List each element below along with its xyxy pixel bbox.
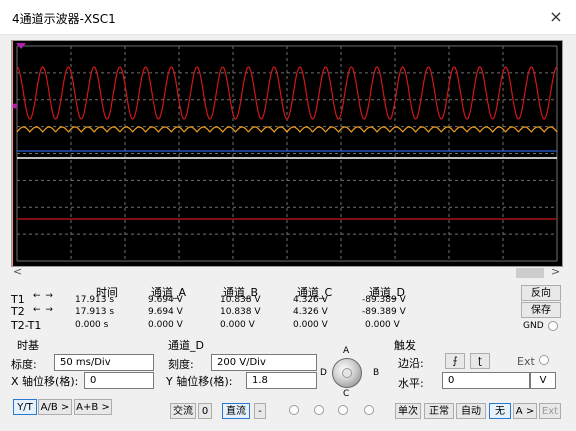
trigger-source-ext-button[interactable]: Ext xyxy=(539,403,561,419)
knob-label-d: D xyxy=(320,368,327,378)
knob-label-c: C xyxy=(343,389,350,399)
y-position-label: Y 轴位移(格): xyxy=(166,375,233,388)
trigger-single-button[interactable]: 单次 xyxy=(395,403,421,419)
y-position-field[interactable]: 1.8 xyxy=(246,372,317,389)
trace-channel-b xyxy=(16,126,558,133)
arrow-left-icon[interactable]: ← xyxy=(33,305,42,315)
scope-display xyxy=(12,41,558,266)
trigger-level-unit[interactable]: V xyxy=(530,372,556,389)
scroll-right-icon[interactable]: > xyxy=(551,265,560,278)
mode-yt-button[interactable]: Y/T xyxy=(13,399,37,415)
rising-edge-icon: ⨍ xyxy=(452,356,458,367)
reverse-button[interactable]: 反向 xyxy=(521,285,561,301)
scope-screen[interactable] xyxy=(11,40,563,267)
dc-coupling-button[interactable]: 直流 xyxy=(222,403,250,419)
t2-channel-d-value: -89.389 V xyxy=(362,307,406,317)
ac-coupling-button[interactable]: 交流 xyxy=(170,403,196,419)
cursor-t2-move[interactable]: ← → xyxy=(33,305,54,315)
time-scrollbar[interactable]: < > xyxy=(11,265,561,279)
scroll-thumb[interactable] xyxy=(516,268,544,278)
minus-button[interactable]: - xyxy=(254,403,266,419)
trigger-edge-label: 边沿: xyxy=(398,357,424,370)
t2-channel-c-value: 4.326 V xyxy=(293,307,328,317)
channel-scale-label: 刻度: xyxy=(168,358,194,371)
channel-title: 通道_D xyxy=(168,339,204,352)
timebase-scale-field[interactable]: 50 ms/Div xyxy=(54,354,154,371)
row-t2-label: T2 xyxy=(11,305,25,318)
knob-label-b: B xyxy=(373,368,380,378)
gnd-radio[interactable] xyxy=(548,321,558,331)
arrow-left-icon[interactable]: ← xyxy=(33,291,42,301)
t2-channel-b-value: 10.838 V xyxy=(220,307,261,317)
rising-edge-button[interactable]: ⨍ xyxy=(445,353,465,369)
x-position-label: X 轴位移(格): xyxy=(11,375,79,388)
channel-b-radio[interactable] xyxy=(314,405,324,415)
arrow-right-icon[interactable]: → xyxy=(45,291,54,301)
channel-a-radio[interactable] xyxy=(289,405,299,415)
t1-time-value: 17.913 s xyxy=(75,295,115,305)
trace-channel-a xyxy=(16,66,558,120)
arrow-right-icon[interactable]: → xyxy=(45,305,54,315)
delta-time-value: 0.000 s xyxy=(75,320,109,330)
mode-ab-button[interactable]: A/B > xyxy=(38,399,72,415)
delta-channel-a-value: 0.000 V xyxy=(148,320,183,330)
timebase-title: 时基 xyxy=(17,339,39,352)
cursor-t1-move[interactable]: ← → xyxy=(33,291,54,301)
timebase-scale-label: 标度: xyxy=(11,358,37,371)
trigger-none-button[interactable]: 无 xyxy=(489,403,511,419)
t1-channel-d-value: -89.389 V xyxy=(362,295,406,305)
trigger-level-field[interactable]: 0 xyxy=(442,372,530,389)
channel-d-radio[interactable] xyxy=(364,405,374,415)
trigger-normal-button[interactable]: 正常 xyxy=(424,403,454,419)
delta-channel-d-value: 0.000 V xyxy=(365,320,400,330)
row-t2-t1-label: T2-T1 xyxy=(11,319,42,332)
t2-channel-a-value: 9.694 V xyxy=(148,307,183,317)
title-bar: 4通道示波器-XSC1 × xyxy=(0,0,576,35)
trigger-ext-label: Ext xyxy=(517,355,535,368)
falling-edge-icon: ʈ xyxy=(478,356,482,367)
close-icon[interactable]: × xyxy=(544,6,568,28)
delta-channel-b-value: 0.000 V xyxy=(220,320,255,330)
falling-edge-button[interactable]: ʈ xyxy=(470,353,490,369)
channel-selector-knob[interactable] xyxy=(332,358,362,388)
knob-label-a: A xyxy=(343,346,350,356)
gnd-label: GND xyxy=(523,321,544,331)
trigger-level-label: 水平: xyxy=(398,377,424,390)
trigger-auto-button[interactable]: 自动 xyxy=(456,403,486,419)
cursor-marker xyxy=(12,103,18,109)
scroll-left-icon[interactable]: < xyxy=(13,265,22,278)
x-position-field[interactable]: 0 xyxy=(84,372,154,389)
window-title: 4通道示波器-XSC1 xyxy=(12,12,116,26)
channel-c-radio[interactable] xyxy=(338,405,348,415)
trigger-title: 触发 xyxy=(394,339,416,352)
save-button[interactable]: 保存 xyxy=(521,302,561,318)
t1-channel-b-value: 10.838 V xyxy=(220,295,261,305)
delta-channel-c-value: 0.000 V xyxy=(293,320,328,330)
t2-time-value: 17.913 s xyxy=(75,307,115,317)
trigger-ext-radio[interactable] xyxy=(539,355,549,365)
channel-scale-field[interactable]: 200 V/Div xyxy=(211,354,317,371)
trigger-source-a-button[interactable]: A > xyxy=(513,403,537,419)
t1-channel-c-value: 4.326 V xyxy=(293,295,328,305)
t1-channel-a-value: 9.694 V xyxy=(148,295,183,305)
zero-coupling-button[interactable]: 0 xyxy=(198,403,212,419)
mode-a-plus-b-button[interactable]: A+B > xyxy=(74,399,112,415)
